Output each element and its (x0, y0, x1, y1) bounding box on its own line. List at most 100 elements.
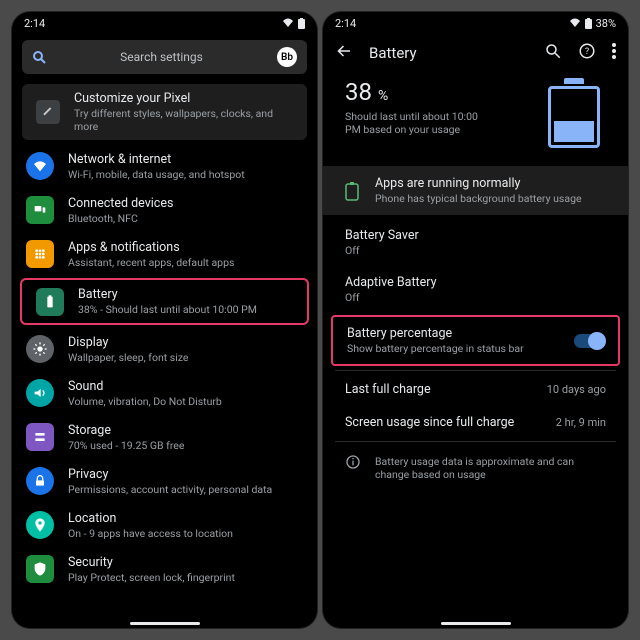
last-full-charge[interactable]: Last full charge 10 days ago (323, 373, 628, 406)
security-icon (26, 555, 54, 583)
row-title: Battery (78, 287, 257, 302)
row-title: Last full charge (345, 382, 531, 397)
row-title: Display (68, 335, 188, 350)
row-sub: Bluetooth, NFC (68, 212, 173, 225)
row-sub: 38% - Should last until about 10:00 PM (78, 303, 257, 316)
divider (335, 370, 616, 371)
settings-network[interactable]: Network & internetWi-Fi, mobile, data us… (12, 144, 317, 188)
settings-privacy[interactable]: PrivacyPermissions, account activity, pe… (12, 459, 317, 503)
battery-outline-icon (345, 181, 359, 201)
status-time: 2:14 (335, 17, 356, 30)
location-icon (26, 511, 54, 539)
row-title: Security (68, 555, 235, 570)
status-battery-pct: 38% (596, 17, 616, 30)
status-icons: 38% (569, 17, 616, 30)
row-title: Adaptive Battery (345, 275, 606, 290)
battery-percentage-toggle[interactable]: Battery percentageShow battery percentag… (331, 315, 620, 366)
app-bar: Battery ? (323, 34, 628, 72)
storage-icon (26, 423, 54, 451)
battery-summary: 38 % Should last until about 10:00 PM ba… (323, 72, 628, 162)
settings-connected[interactable]: Connected devicesBluetooth, NFC (12, 188, 317, 232)
home-indicator[interactable] (130, 622, 200, 625)
status-bar: 2:14 38% (323, 12, 628, 34)
info-icon (345, 454, 361, 470)
row-title: Customize your Pixel (74, 91, 293, 106)
display-icon (26, 335, 54, 363)
settings-sound[interactable]: SoundVolume, vibration, Do Not Disturb (12, 371, 317, 415)
sound-icon (26, 379, 54, 407)
battery-icon (298, 18, 305, 29)
row-sub: 70% used - 19.25 GB free (68, 439, 184, 452)
settings-apps[interactable]: Apps & notificationsAssistant, recent ap… (12, 232, 317, 276)
settings-battery[interactable]: Battery38% - Should last until about 10:… (20, 278, 309, 325)
battery-saver[interactable]: Battery SaverOff (323, 219, 628, 266)
row-sub: On - 9 apps have access to location (68, 527, 233, 540)
avatar[interactable]: Bb (277, 47, 297, 67)
row-value: 10 days ago (547, 383, 606, 396)
divider (335, 441, 616, 442)
search-button[interactable] (544, 42, 562, 64)
row-title: Battery percentage (347, 326, 558, 341)
row-value: 2 hr, 9 min (556, 416, 606, 429)
row-sub: Wi-Fi, mobile, data usage, and hotspot (68, 168, 245, 181)
search-settings[interactable]: Search settings Bb (22, 40, 307, 74)
phone-settings-list: 2:14 Search settings Bb Customize your P… (12, 12, 317, 628)
card-sub: Phone has typical background battery usa… (375, 192, 582, 205)
row-sub: Volume, vibration, Do Not Disturb (68, 395, 222, 408)
settings-location[interactable]: LocationOn - 9 apps have access to locat… (12, 503, 317, 547)
battery-disclaimer: Battery usage data is approximate and ca… (323, 444, 628, 491)
svg-text:?: ? (585, 47, 589, 57)
row-title: Connected devices (68, 196, 173, 211)
toggle-on[interactable] (574, 334, 604, 348)
search-placeholder: Search settings (56, 50, 267, 64)
row-sub: Off (345, 244, 606, 257)
row-title: Screen usage since full charge (345, 415, 540, 430)
privacy-icon (26, 467, 54, 495)
disclaimer-text: Battery usage data is approximate and ca… (375, 455, 595, 481)
battery-icon (36, 288, 64, 316)
settings-list: Customize your Pixel Try different style… (12, 80, 317, 628)
screen-usage[interactable]: Screen usage since full charge 2 hr, 9 m… (323, 406, 628, 439)
battery-estimate: Should last until about 10:00 PM based o… (345, 110, 495, 136)
card-title: Apps are running normally (375, 176, 582, 191)
settings-storage[interactable]: Storage70% used - 19.25 GB free (12, 415, 317, 459)
row-sub: Try different styles, wallpapers, clocks… (74, 107, 293, 133)
search-icon (32, 50, 46, 64)
row-title: Network & internet (68, 152, 245, 167)
row-sub: Play Protect, screen lock, fingerprint (68, 571, 235, 584)
phone-battery-screen: 2:14 38% Battery ? 38 % Should last unti… (323, 12, 628, 628)
wifi-icon (282, 18, 294, 28)
apps-icon (26, 240, 54, 268)
screen-title: Battery (369, 44, 528, 62)
battery-percent: 38 % (345, 78, 495, 106)
status-bar: 2:14 (12, 12, 317, 34)
row-sub: Permissions, account activity, personal … (68, 483, 272, 496)
row-sub: Wallpaper, sleep, font size (68, 351, 188, 364)
overflow-button[interactable] (612, 43, 616, 63)
wifi-icon (569, 18, 581, 28)
pct-value: 38 (345, 78, 372, 106)
row-title: Privacy (68, 467, 272, 482)
home-indicator[interactable] (441, 622, 511, 625)
wifi-icon (26, 152, 54, 180)
row-sub: Off (345, 291, 606, 304)
settings-security[interactable]: SecurityPlay Protect, screen lock, finge… (12, 547, 317, 591)
row-sub: Show battery percentage in status bar (347, 342, 558, 355)
help-button[interactable]: ? (578, 42, 596, 64)
status-time: 2:14 (24, 17, 45, 30)
settings-display[interactable]: DisplayWallpaper, sleep, font size (12, 327, 317, 371)
devices-icon (26, 196, 54, 224)
apps-running-card[interactable]: Apps are running normally Phone has typi… (323, 166, 628, 215)
adaptive-battery[interactable]: Adaptive BatteryOff (323, 266, 628, 313)
row-sub: Assistant, recent apps, default apps (68, 256, 234, 269)
customize-pixel[interactable]: Customize your Pixel Try different style… (22, 84, 307, 140)
pct-unit: % (378, 88, 388, 104)
row-title: Storage (68, 423, 184, 438)
row-title: Sound (68, 379, 222, 394)
brush-icon (36, 100, 60, 124)
row-title: Battery Saver (345, 228, 606, 243)
battery-graphic (548, 78, 600, 148)
row-title: Apps & notifications (68, 240, 234, 255)
back-button[interactable] (335, 42, 353, 64)
battery-icon (585, 18, 592, 29)
